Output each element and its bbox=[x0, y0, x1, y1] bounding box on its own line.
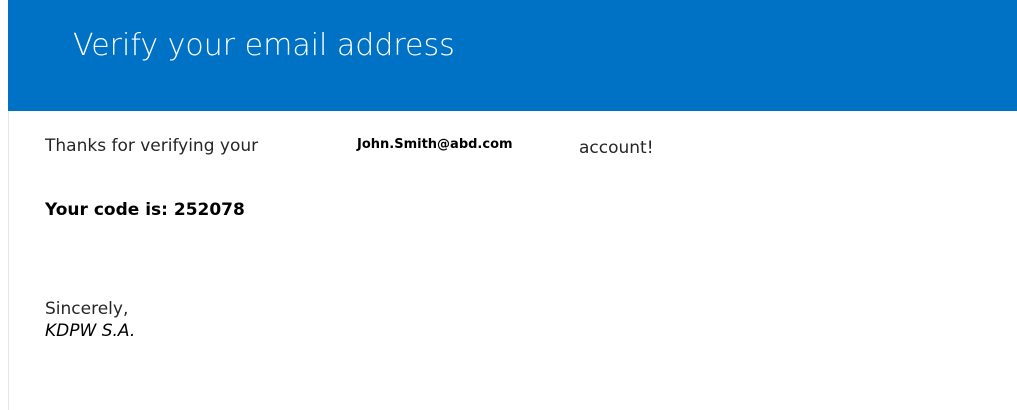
sender-name: KDPW S.A. bbox=[45, 321, 136, 341]
thanks-suffix-text: account! bbox=[579, 138, 654, 158]
thanks-prefix-text: Thanks for verifying your bbox=[45, 136, 259, 156]
email-address: John.Smith@abd.com bbox=[357, 137, 513, 152]
left-border bbox=[8, 111, 9, 410]
signoff-text: Sincerely, bbox=[45, 299, 129, 319]
email-title: Verify your email address bbox=[73, 28, 455, 63]
email-header: Verify your email address bbox=[8, 0, 1017, 111]
verification-code: Your code is: 252078 bbox=[45, 200, 245, 220]
email-message: Verify your email address Thanks for ver… bbox=[0, 0, 1017, 410]
